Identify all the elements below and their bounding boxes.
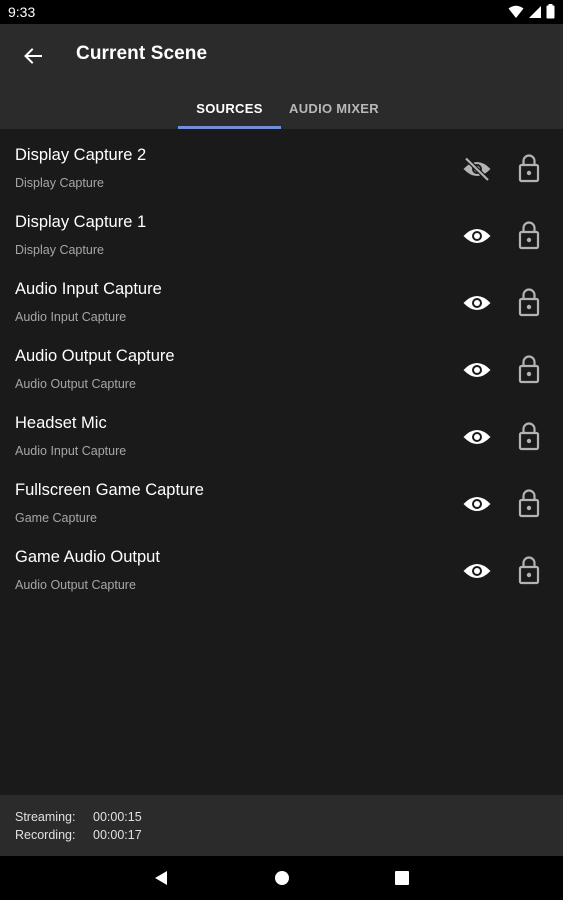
visibility-toggle[interactable] [459, 355, 495, 385]
lock-open-icon [518, 422, 540, 451]
nav-home-button[interactable] [271, 867, 293, 889]
source-type: Audio Output Capture [15, 578, 136, 592]
source-name: Audio Input Capture [15, 280, 162, 298]
lock-toggle[interactable] [514, 218, 544, 252]
recording-status: Recording: 00:00:17 [15, 828, 142, 842]
page-title: Current Scene [76, 43, 208, 64]
list-item[interactable]: Audio Output Capture Audio Output Captur… [0, 330, 563, 397]
triangle-back-icon [155, 871, 167, 885]
circle-home-icon [275, 871, 289, 885]
nav-recents-button[interactable] [391, 867, 413, 889]
lock-toggle[interactable] [514, 352, 544, 386]
lock-toggle[interactable] [514, 419, 544, 453]
visibility-toggle[interactable] [459, 422, 495, 452]
list-item[interactable]: Display Capture 2 Display Capture [0, 129, 563, 196]
eye-icon [463, 564, 491, 578]
source-type: Game Capture [15, 511, 97, 525]
status-bar: 9:33 [0, 0, 563, 24]
recording-time: 00:00:17 [93, 828, 142, 842]
source-type: Audio Output Capture [15, 377, 136, 391]
visibility-toggle[interactable] [459, 154, 495, 184]
source-name: Display Capture 1 [15, 213, 147, 231]
recording-label: Recording: [15, 828, 76, 842]
tab-bar: SOURCES AUDIO MIXER [0, 88, 563, 129]
streaming-status: Streaming: 00:00:15 [15, 810, 142, 824]
list-item[interactable]: Game Audio Output Audio Output Capture [0, 531, 563, 598]
eye-off-icon [463, 157, 491, 181]
square-recents-icon [395, 871, 409, 885]
lock-open-icon [518, 154, 540, 183]
navigation-bar [0, 856, 563, 900]
streaming-label: Streaming: [15, 810, 76, 824]
lock-toggle[interactable] [514, 151, 544, 185]
source-name: Fullscreen Game Capture [15, 481, 204, 499]
tab-sources[interactable]: SOURCES [178, 88, 281, 129]
lock-open-icon [518, 556, 540, 585]
list-item[interactable]: Headset Mic Audio Input Capture [0, 397, 563, 464]
source-name: Headset Mic [15, 414, 107, 432]
lock-toggle[interactable] [514, 553, 544, 587]
visibility-toggle[interactable] [459, 489, 495, 519]
source-type: Display Capture [15, 243, 104, 257]
status-time: 9:33 [8, 4, 36, 20]
eye-icon [463, 296, 491, 310]
source-type: Audio Input Capture [15, 444, 127, 458]
lock-open-icon [518, 221, 540, 250]
source-type: Audio Input Capture [15, 310, 127, 324]
arrow-left-icon [24, 48, 42, 64]
visibility-toggle[interactable] [459, 221, 495, 251]
eye-icon [463, 229, 491, 243]
streaming-time: 00:00:15 [93, 810, 142, 824]
list-item[interactable]: Display Capture 1 Display Capture [0, 196, 563, 263]
list-item[interactable]: Fullscreen Game Capture Game Capture [0, 464, 563, 531]
status-icons [508, 4, 555, 19]
visibility-toggle[interactable] [459, 556, 495, 586]
stream-status-footer: Streaming: 00:00:15 Recording: 00:00:17 [0, 795, 563, 856]
source-type: Display Capture [15, 176, 104, 190]
lock-toggle[interactable] [514, 285, 544, 319]
wifi-icon [508, 5, 524, 18]
battery-icon [546, 4, 555, 19]
source-name: Display Capture 2 [15, 146, 147, 164]
lock-open-icon [518, 489, 540, 518]
eye-icon [463, 497, 491, 511]
tab-audio-mixer[interactable]: AUDIO MIXER [283, 88, 385, 129]
nav-back-button[interactable] [150, 867, 172, 889]
back-button[interactable] [18, 42, 48, 70]
signal-icon [529, 5, 541, 18]
lock-toggle[interactable] [514, 486, 544, 520]
sources-list: Display Capture 2 Display Capture Displa… [0, 129, 563, 795]
lock-open-icon [518, 288, 540, 317]
visibility-toggle[interactable] [459, 288, 495, 318]
eye-icon [463, 430, 491, 444]
lock-open-icon [518, 355, 540, 384]
app-bar: Current Scene [0, 24, 563, 88]
eye-icon [463, 363, 491, 377]
source-name: Audio Output Capture [15, 347, 175, 365]
list-item[interactable]: Audio Input Capture Audio Input Capture [0, 263, 563, 330]
source-name: Game Audio Output [15, 548, 160, 566]
